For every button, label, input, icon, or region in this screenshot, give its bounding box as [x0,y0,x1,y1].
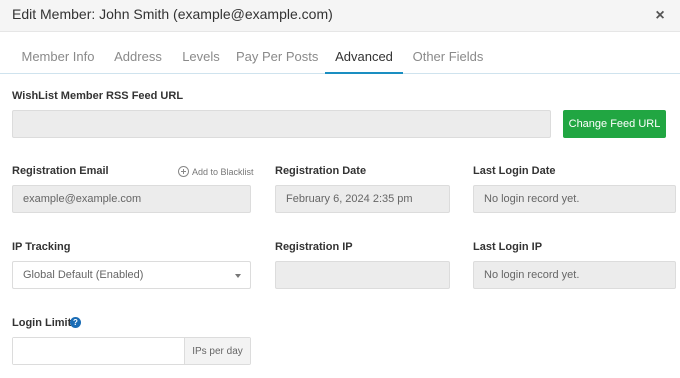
login-limit-input[interactable] [13,338,184,364]
tab-bar: Member Info Address Levels Pay Per Posts… [0,40,680,74]
question-circle-icon[interactable]: ? [70,317,81,328]
registration-ip-label: Registration IP [275,241,353,253]
ip-tracking-label: IP Tracking [12,241,71,253]
tab-other-fields[interactable]: Other Fields [410,40,486,74]
change-feed-url-button[interactable]: Change Feed URL [563,110,666,138]
registration-email-label: Registration Email [12,165,109,177]
registration-email-field: example@example.com [12,185,251,213]
chevron-down-icon [235,274,241,278]
tab-advanced[interactable]: Advanced [325,40,403,74]
add-to-blacklist-label: Add to Blacklist [192,166,254,177]
registration-ip-field [275,261,450,289]
registration-date-label: Registration Date [275,165,367,177]
last-login-ip-label: Last Login IP [473,241,543,253]
tab-address[interactable]: Address [108,40,168,74]
registration-date-field: February 6, 2024 2:35 pm [275,185,450,213]
login-limit-label: Login Limit [12,317,72,329]
last-login-date-label: Last Login Date [473,165,556,177]
rss-feed-label: WishList Member RSS Feed URL [12,90,184,102]
last-login-ip-field: No login record yet. [473,261,676,289]
tab-pay-per-posts[interactable]: Pay Per Posts [236,40,318,74]
modal-header: Edit Member: John Smith (example@example… [0,0,680,32]
last-login-date-field: No login record yet. [473,185,676,213]
ip-tracking-select[interactable]: Global Default (Enabled) [12,261,251,289]
login-limit-group: IPs per day [12,337,251,365]
tab-member-info[interactable]: Member Info [14,40,102,74]
modal-title: Edit Member: John Smith (example@example… [12,6,333,22]
add-to-blacklist-link[interactable]: Add to Blacklist [178,166,254,177]
rss-feed-field [12,110,551,138]
ip-tracking-selected: Global Default (Enabled) [23,269,144,281]
plus-circle-icon [178,166,189,177]
close-icon[interactable]: × [652,8,668,24]
tab-levels[interactable]: Levels [176,40,226,74]
ips-per-day-addon: IPs per day [184,338,250,364]
